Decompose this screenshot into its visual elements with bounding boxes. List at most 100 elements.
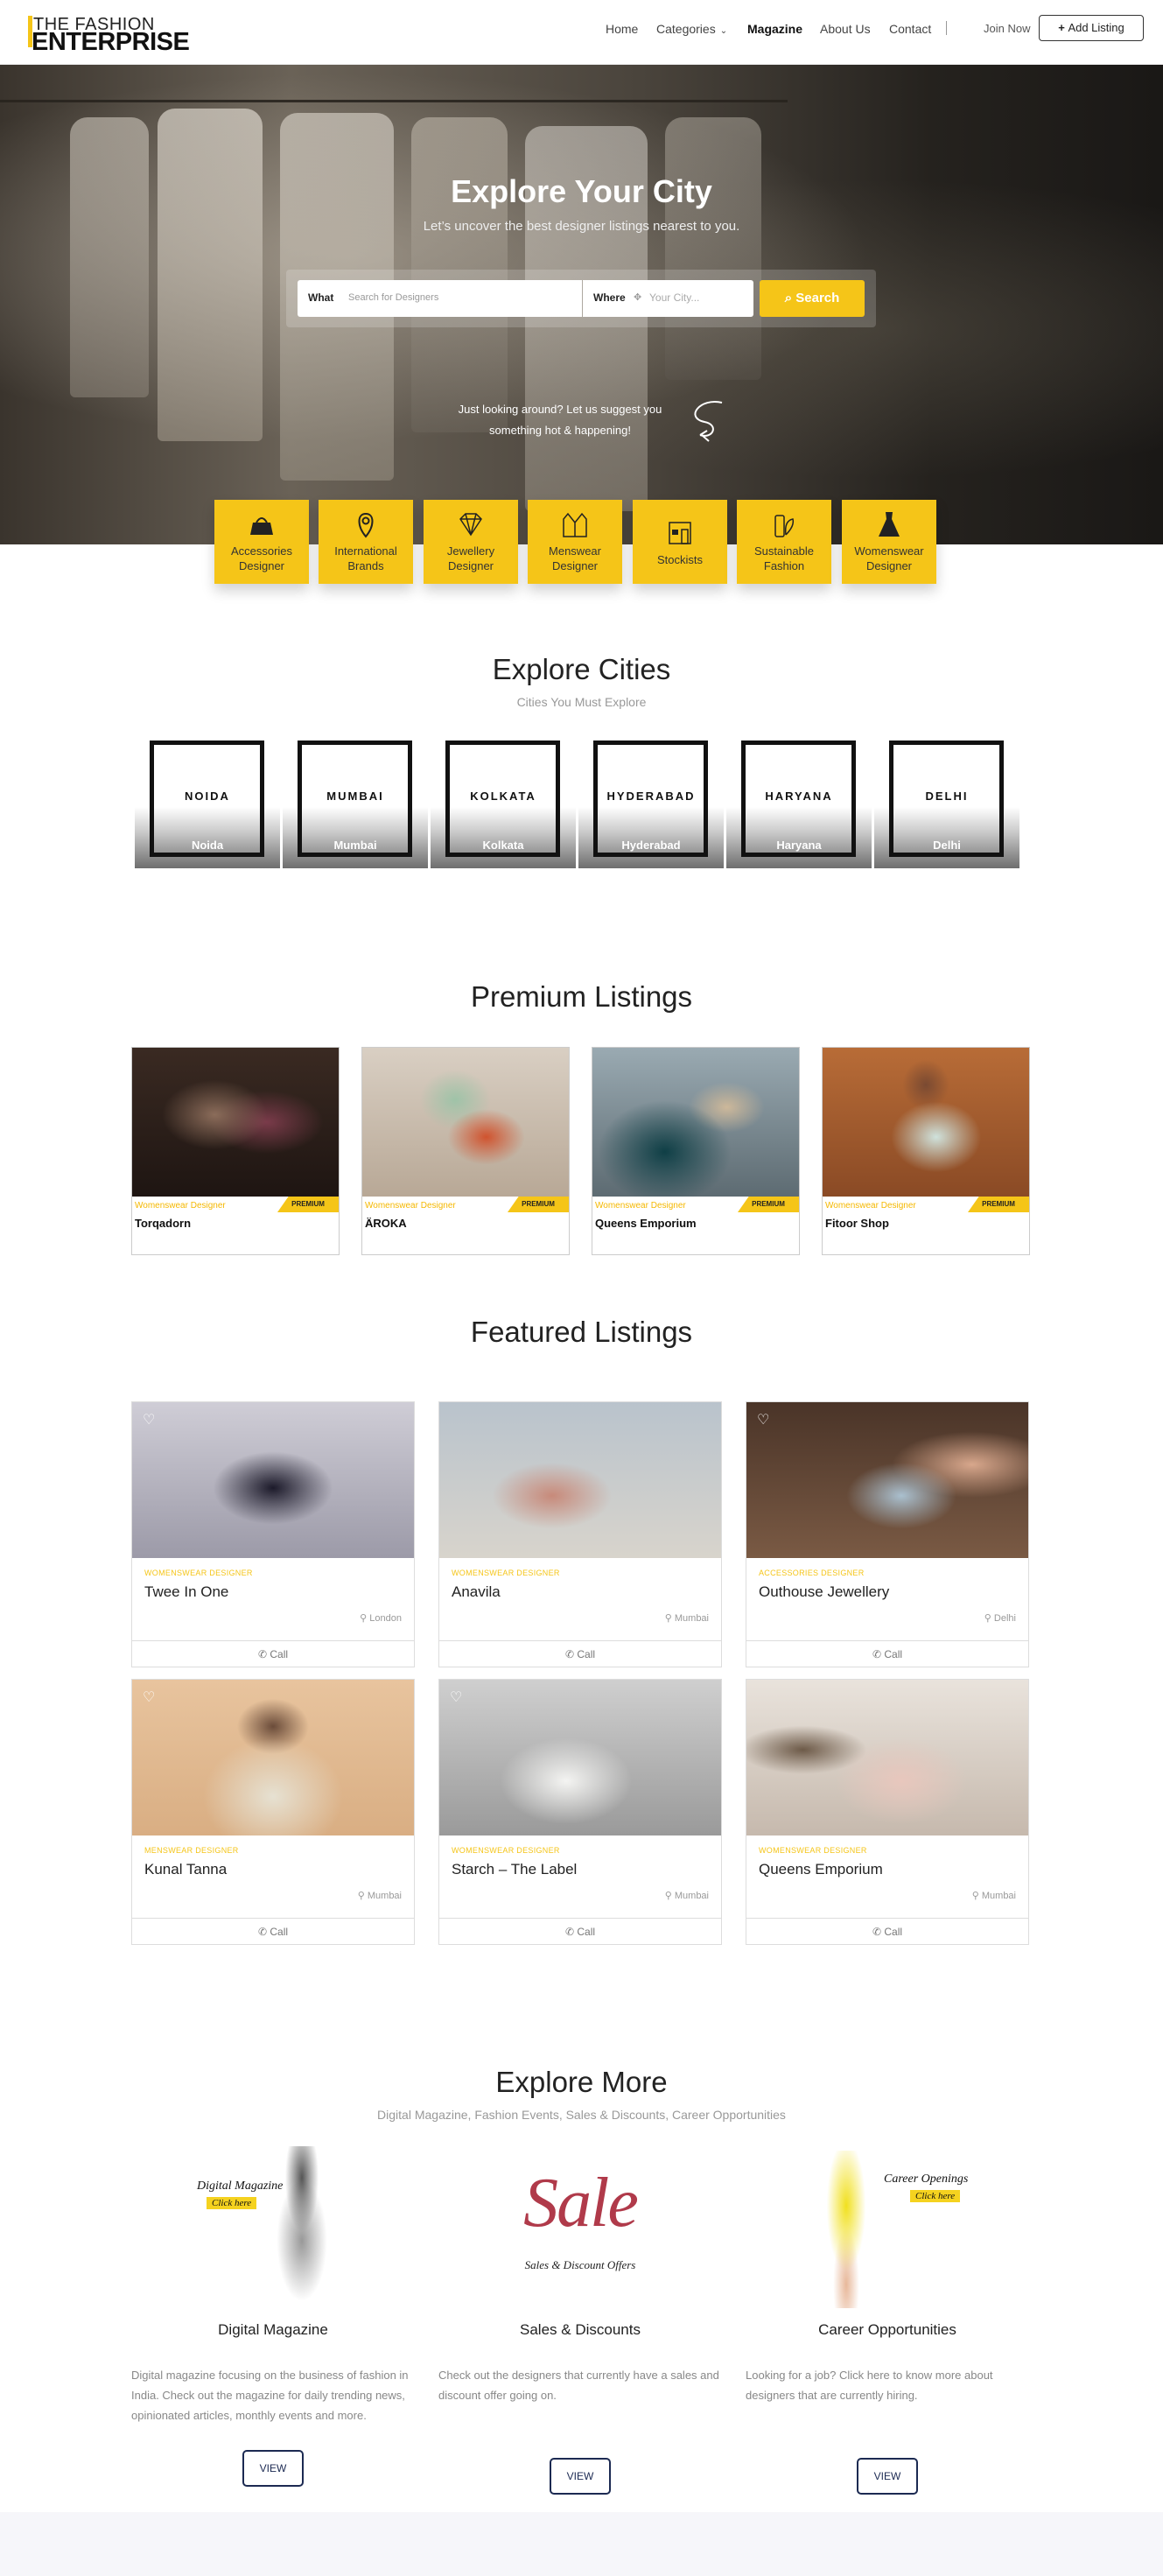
listing-category: WOMENSWEAR DESIGNER: [452, 1569, 560, 1577]
listing-photo: [132, 1048, 339, 1197]
sale-art-subtext: Sales & Discount Offers: [524, 2258, 636, 2271]
category-jewellery-designer[interactable]: Jewellery Designer: [424, 500, 518, 584]
footer-band: [0, 2512, 1163, 2576]
city-caption: Mumbai: [333, 839, 377, 852]
listing-name[interactable]: Anavila: [452, 1583, 501, 1601]
plus-icon: +: [1058, 21, 1068, 34]
search-button[interactable]: ⌕ Search: [760, 280, 865, 317]
explore-card-title[interactable]: Digital Magazine: [131, 2321, 415, 2339]
suggest-line-2: something hot & happening!: [489, 424, 631, 437]
call-button[interactable]: ✆ Call: [746, 1640, 1028, 1667]
premium-card-fitoor-shop[interactable]: PREMIUM Womenswear Designer Fitoor Shop: [822, 1047, 1030, 1255]
nav-magazine[interactable]: Magazine: [747, 22, 802, 36]
category-label-line-1: Jewellery: [446, 544, 495, 558]
premium-card-torqadorn[interactable]: PREMIUM Womenswear Designer Torqadorn: [131, 1047, 340, 1255]
call-button[interactable]: ✆ Call: [132, 1640, 414, 1667]
listing-name[interactable]: Torqadorn: [135, 1217, 191, 1230]
phone-icon: ✆: [564, 1926, 578, 1938]
listing-name[interactable]: Outhouse Jewellery: [759, 1583, 889, 1601]
career-opportunities-art[interactable]: Career Openings Click here: [746, 2146, 1029, 2313]
nav-contact[interactable]: Contact: [889, 22, 931, 36]
what-input[interactable]: Search for Designers: [348, 292, 438, 303]
what-field[interactable]: What Search for Designers: [298, 280, 582, 317]
what-label: What: [308, 291, 334, 304]
heart-icon[interactable]: ♡: [143, 1688, 155, 1706]
featured-card-outhouse-jewellery[interactable]: ♡ ACCESSORIES DESIGNER Outhouse Jeweller…: [746, 1401, 1029, 1667]
listing-location-text: Mumbai: [674, 1891, 709, 1901]
nav-home[interactable]: Home: [606, 22, 638, 36]
map-marker-icon: ⚲: [984, 1613, 994, 1624]
category-label: International Brands: [319, 544, 413, 573]
sales-discounts-art[interactable]: Sale Sales & Discount Offers: [438, 2146, 722, 2313]
career-art-text: Career Openings: [884, 2172, 969, 2186]
explore-cities-subtitle: Cities You Must Explore: [516, 695, 647, 709]
featured-card-anavila[interactable]: WOMENSWEAR DESIGNER Anavila ⚲ Mumbai ✆ C…: [438, 1401, 722, 1667]
listing-name[interactable]: ÄROKA: [365, 1217, 407, 1230]
city-tile-name: HARYANA: [765, 790, 833, 803]
nav-about-us[interactable]: About Us: [820, 22, 871, 36]
premium-card-aroka[interactable]: PREMIUM Womenswear Designer ÄROKA: [361, 1047, 570, 1255]
category-label-line-1: Accessories: [230, 544, 293, 558]
listing-name[interactable]: Twee In One: [144, 1583, 228, 1601]
category-label-line-2: Designer: [447, 559, 494, 572]
map-marker-icon: ⚲: [971, 1891, 982, 1901]
crosshair-icon[interactable]: ✥: [634, 291, 641, 303]
view-button[interactable]: VIEW: [857, 2458, 918, 2495]
premium-card-queens-emporium[interactable]: PREMIUM Womenswear Designer Queens Empor…: [592, 1047, 800, 1255]
city-caption: Delhi: [933, 839, 961, 852]
listing-location-text: Mumbai: [367, 1891, 402, 1901]
chevron-down-icon: ⌄: [719, 26, 728, 36]
heart-icon[interactable]: ♡: [143, 1411, 155, 1428]
hanging-garment-image: [70, 117, 149, 397]
city-card-kolkata[interactable]: KOLKATA Kolkata: [431, 741, 576, 868]
where-field[interactable]: Where ✥ Your City...: [583, 280, 753, 317]
where-input[interactable]: Your City...: [649, 291, 699, 304]
listing-name[interactable]: Fitoor Shop: [825, 1217, 889, 1230]
call-button[interactable]: ✆ Call: [439, 1918, 721, 1944]
category-stockists[interactable]: Stockists: [633, 500, 727, 584]
hero-subtitle: Let’s uncover the best designer listings…: [423, 219, 740, 234]
category-womenswear-designer[interactable]: Womenswear Designer: [842, 500, 936, 584]
category-sustainable-fashion[interactable]: Sustainable Fashion: [737, 500, 831, 584]
map-marker-icon: ⚲: [664, 1891, 675, 1901]
city-card-hyderabad[interactable]: HYDERABAD Hyderabad: [578, 741, 724, 868]
featured-card-kunal-tanna[interactable]: ♡ MENSWEAR DESIGNER Kunal Tanna ⚲ Mumbai…: [131, 1679, 415, 1945]
category-international-brands[interactable]: International Brands: [319, 500, 413, 584]
heart-icon[interactable]: ♡: [757, 1411, 769, 1428]
city-card-delhi[interactable]: DELHI Delhi: [874, 741, 1019, 868]
explore-card-desc: Looking for a job? Click here to know mo…: [746, 2369, 993, 2402]
listing-photo: [439, 1402, 721, 1558]
call-button[interactable]: ✆ Call: [132, 1918, 414, 1944]
jacket-icon: [563, 512, 587, 537]
join-now-link[interactable]: Join Now: [984, 22, 1030, 35]
city-card-haryana[interactable]: HARYANA Haryana: [726, 741, 872, 868]
city-card-mumbai[interactable]: MUMBAI Mumbai: [283, 741, 428, 868]
call-button[interactable]: ✆ Call: [439, 1640, 721, 1667]
featured-card-starch-the-label[interactable]: ♡ WOMENSWEAR DESIGNER Starch – The Label…: [438, 1679, 722, 1945]
category-label: Stockists: [633, 552, 727, 567]
category-menswear-designer[interactable]: Menswear Designer: [528, 500, 622, 584]
explore-card-title[interactable]: Sales & Discounts: [438, 2321, 722, 2339]
listing-category: WOMENSWEAR DESIGNER: [759, 1846, 867, 1855]
listing-name[interactable]: Queens Emporium: [759, 1861, 883, 1878]
featured-card-twee-in-one[interactable]: ♡ WOMENSWEAR DESIGNER Twee In One ⚲ Lond…: [131, 1401, 415, 1667]
heart-icon[interactable]: ♡: [450, 1688, 462, 1706]
handbag-icon: [250, 517, 273, 535]
dress-icon: [879, 512, 900, 537]
listing-location: ⚲ Mumbai: [972, 1890, 1016, 1901]
featured-card-queens-emporium[interactable]: WOMENSWEAR DESIGNER Queens Emporium ⚲ Mu…: [746, 1679, 1029, 1945]
call-button[interactable]: ✆ Call: [746, 1918, 1028, 1944]
listing-location: ⚲ Delhi: [984, 1612, 1016, 1624]
view-button[interactable]: VIEW: [550, 2458, 611, 2495]
category-accessories-designer[interactable]: Accessories Designer: [214, 500, 309, 584]
city-card-noida[interactable]: NOIDA Noida: [135, 741, 280, 868]
listing-name[interactable]: Queens Emporium: [595, 1217, 697, 1230]
view-button[interactable]: VIEW: [242, 2450, 304, 2487]
add-listing-button[interactable]: + Add Listing: [1039, 15, 1144, 41]
listing-photo: [823, 1048, 1029, 1197]
digital-magazine-art[interactable]: Digital Magazine Click here: [131, 2146, 415, 2313]
explore-card-title[interactable]: Career Opportunities: [746, 2321, 1029, 2339]
nav-categories[interactable]: Categories ⌄: [656, 22, 727, 36]
listing-name[interactable]: Starch – The Label: [452, 1861, 577, 1878]
listing-name[interactable]: Kunal Tanna: [144, 1861, 227, 1878]
